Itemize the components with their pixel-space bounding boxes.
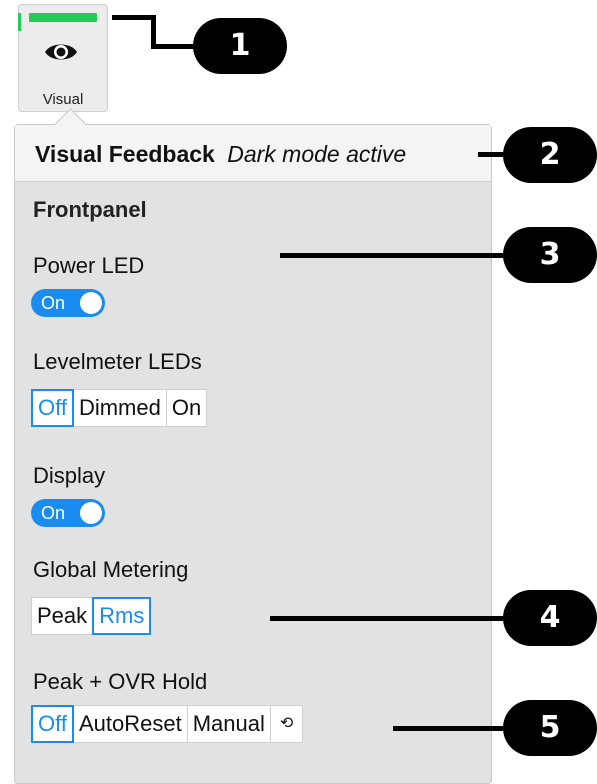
visual-feedback-panel: Visual Feedback Dark mode active Frontpa…	[14, 108, 492, 784]
callout-1-line-h1	[112, 15, 156, 20]
panel-header: Visual Feedback Dark mode active	[15, 125, 491, 182]
eye-icon	[45, 44, 77, 60]
levelmeter-option-dimmed[interactable]: Dimmed	[72, 389, 167, 427]
callout-3-line	[280, 253, 510, 258]
panel-title: Visual Feedback	[35, 141, 215, 167]
callout-5-line	[393, 726, 510, 731]
toggle-knob	[80, 292, 102, 314]
global-metering-segmented: Peak Rms	[31, 597, 152, 635]
panel-subtitle: Dark mode active	[227, 141, 407, 167]
toggle-knob	[80, 502, 102, 524]
callout-1: 1	[193, 18, 287, 74]
peak-hold-label: Peak + OVR Hold	[33, 669, 208, 694]
peak-hold-option-autoreset[interactable]: AutoReset	[72, 705, 188, 743]
peak-hold-segmented: Off AutoReset Manual ⟲	[31, 705, 304, 743]
global-metering-label: Global Metering	[33, 557, 189, 582]
power-led-toggle[interactable]: On	[31, 289, 105, 317]
peak-hold-option-manual[interactable]: Manual	[186, 705, 271, 743]
peak-hold-option-off[interactable]: Off	[31, 705, 74, 743]
active-indicator-left	[18, 13, 21, 31]
levelmeter-label: Levelmeter LEDs	[33, 349, 202, 374]
reset-icon[interactable]: ⟲	[269, 705, 304, 743]
callout-5: 5	[503, 700, 597, 756]
active-indicator-bar	[29, 13, 97, 22]
display-toggle-text: On	[41, 503, 66, 523]
levelmeter-option-off[interactable]: Off	[31, 389, 74, 427]
callout-4-line	[270, 616, 510, 621]
levelmeter-option-on[interactable]: On	[165, 389, 208, 427]
display-toggle[interactable]: On	[31, 499, 105, 527]
section-title-frontpanel: Frontpanel	[33, 197, 147, 222]
levelmeter-segmented: Off Dimmed On	[31, 389, 208, 427]
power-led-toggle-text: On	[41, 293, 66, 313]
callout-4: 4	[503, 590, 597, 646]
metering-option-rms[interactable]: Rms	[92, 597, 152, 635]
display-label: Display	[33, 463, 106, 488]
visual-tab-button[interactable]: Visual	[18, 4, 108, 112]
visual-tab-label: Visual	[42, 91, 84, 108]
metering-option-peak[interactable]: Peak	[31, 597, 94, 635]
power-led-label: Power LED	[33, 253, 145, 278]
callout-2: 2	[503, 127, 597, 183]
callout-3: 3	[503, 227, 597, 283]
